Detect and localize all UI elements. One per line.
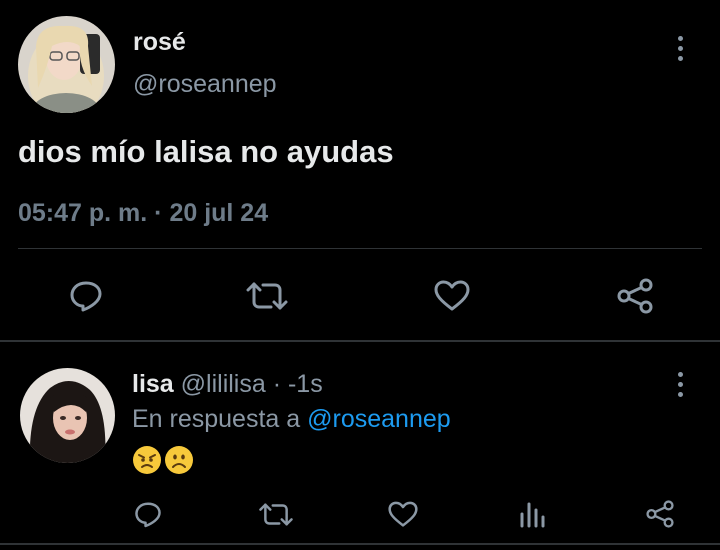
author-handle[interactable]: @roseannep	[133, 70, 277, 99]
share-icon[interactable]	[643, 498, 677, 530]
author-name[interactable]: rosé	[133, 28, 186, 57]
share-icon[interactable]	[614, 276, 656, 316]
retweet-icon[interactable]	[258, 498, 294, 530]
reply-age: -1s	[287, 370, 323, 398]
in-reply-label: En respuesta a	[132, 405, 308, 433]
reply-header: lisa @lililisa · -1s	[132, 370, 323, 399]
avatar[interactable]	[18, 16, 115, 113]
reply-tweet[interactable]	[0, 342, 720, 542]
like-icon[interactable]	[432, 276, 472, 316]
reply-icon[interactable]	[132, 498, 164, 530]
more-options-icon[interactable]	[668, 369, 692, 399]
reply-author-name[interactable]: lisa	[132, 370, 174, 398]
reply-author-handle[interactable]: @lililisa	[181, 370, 266, 398]
reply-icon[interactable]	[66, 276, 106, 316]
tweet-text: dios mío lalisa no ayudas	[18, 134, 394, 169]
divider	[0, 543, 720, 545]
views-icon[interactable]	[516, 498, 548, 530]
avatar-photo	[18, 16, 115, 113]
angry-face-emoji	[133, 446, 161, 474]
retweet-icon[interactable]	[245, 276, 289, 316]
reply-text	[132, 445, 194, 475]
main-tweet[interactable]: rosé @roseannep dios mío lalisa no ayuda…	[0, 0, 720, 340]
in-reply-to: En respuesta a @roseannep	[132, 405, 451, 434]
frowning-face-emoji	[165, 446, 193, 474]
more-options-icon[interactable]	[668, 33, 692, 63]
avatar-photo	[20, 368, 115, 463]
avatar[interactable]	[20, 368, 115, 463]
separator: ·	[265, 370, 288, 398]
divider	[18, 248, 702, 249]
tweet-timestamp[interactable]: 05:47 p. m. · 20 jul 24	[18, 199, 268, 228]
like-icon[interactable]	[387, 498, 419, 530]
mention-link[interactable]: @roseannep	[307, 405, 451, 433]
